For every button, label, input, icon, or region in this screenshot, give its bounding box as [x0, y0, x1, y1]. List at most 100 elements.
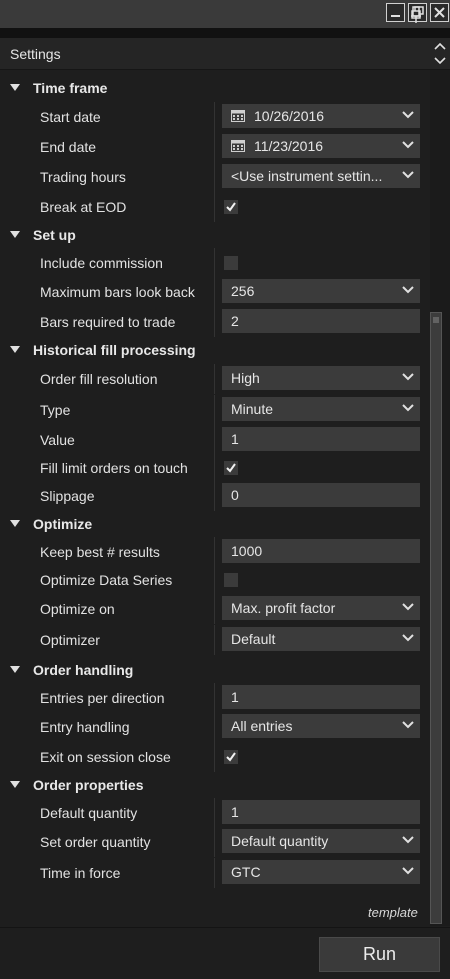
column-divider[interactable]: [214, 742, 215, 772]
chevron-down-icon: [402, 111, 414, 119]
collapse-arrow-icon[interactable]: [10, 231, 20, 238]
slippage-input[interactable]: 0: [222, 483, 420, 507]
time-in-force-dropdown[interactable]: GTC: [222, 860, 420, 884]
row-exit-on-session-close: Exit on session close: [0, 742, 430, 772]
column-divider[interactable]: [214, 827, 215, 857]
category-order-properties[interactable]: Order properties: [0, 770, 430, 800]
column-divider[interactable]: [214, 453, 215, 483]
fill-limit-on-touch-checkbox[interactable]: [224, 461, 238, 475]
column-divider[interactable]: [214, 798, 215, 828]
column-divider[interactable]: [214, 277, 215, 307]
scroll-arrows: [431, 40, 449, 71]
column-divider[interactable]: [214, 132, 215, 162]
column-divider[interactable]: [214, 425, 215, 455]
collapse-arrow-icon[interactable]: [10, 346, 20, 353]
start-date-picker[interactable]: 10/26/2016: [222, 104, 420, 128]
row-max-bars-look-back: Maximum bars look back 256: [0, 277, 430, 307]
bars-required-input[interactable]: 2: [222, 309, 420, 333]
keep-best-input[interactable]: 1000: [222, 539, 420, 563]
settings-header: Settings: [0, 38, 450, 70]
column-divider[interactable]: [214, 192, 215, 222]
keep-best-value: 1000: [231, 543, 263, 559]
category-title: Order properties: [33, 777, 144, 793]
property-label: Time in force: [40, 865, 121, 881]
entry-handling-dropdown[interactable]: All entries: [222, 714, 420, 738]
column-divider[interactable]: [214, 594, 215, 624]
property-label: Optimize on: [40, 601, 115, 617]
break-at-eod-checkbox[interactable]: [224, 200, 238, 214]
run-button[interactable]: Run: [319, 937, 440, 972]
column-divider[interactable]: [214, 565, 215, 595]
property-label: Trading hours: [40, 169, 126, 185]
scrollbar-thumb[interactable]: [430, 312, 442, 924]
category-order-handling[interactable]: Order handling: [0, 655, 430, 685]
collapse-arrow-icon[interactable]: [10, 781, 20, 788]
optimizer-value: Default: [231, 631, 276, 647]
row-order-fill-resolution: Order fill resolution High: [0, 364, 430, 394]
minimize-icon[interactable]: [386, 3, 405, 22]
category-historical-fill[interactable]: Historical fill processing: [0, 335, 430, 365]
max-bars-look-back-dropdown[interactable]: 256: [222, 279, 420, 303]
optimize-data-series-checkbox[interactable]: [224, 573, 238, 587]
type-value: Minute: [231, 401, 274, 417]
property-label: Break at EOD: [40, 199, 127, 215]
checkmark-icon: [226, 752, 236, 762]
entries-per-direction-input[interactable]: 1: [222, 685, 420, 709]
collapse-arrow-icon[interactable]: [10, 666, 20, 673]
property-label: Optimize Data Series: [40, 572, 173, 588]
time-in-force-value: GTC: [231, 864, 261, 880]
entry-handling-value: All entries: [231, 718, 293, 734]
column-divider[interactable]: [214, 364, 215, 394]
end-date-picker[interactable]: 11/23/2016: [222, 134, 420, 158]
column-divider[interactable]: [214, 537, 215, 567]
property-label: Exit on session close: [40, 749, 171, 765]
category-optimize[interactable]: Optimize: [0, 509, 430, 539]
optimize-on-dropdown[interactable]: Max. profit factor: [222, 596, 420, 620]
column-divider[interactable]: [214, 481, 215, 511]
order-fill-resolution-value: High: [231, 370, 260, 386]
column-divider[interactable]: [214, 683, 215, 713]
close-icon[interactable]: [430, 3, 449, 22]
column-divider[interactable]: [214, 248, 215, 278]
pin-icon[interactable]: [409, 6, 423, 27]
column-divider[interactable]: [214, 858, 215, 888]
row-optimizer: Optimizer Default: [0, 625, 430, 655]
bars-required-value: 2: [231, 313, 239, 329]
include-commission-checkbox[interactable]: [224, 256, 238, 270]
scroll-down-icon: [434, 57, 446, 65]
property-label: Entries per direction: [40, 690, 165, 706]
row-fill-limit-on-touch: Fill limit orders on touch: [0, 453, 430, 483]
category-set-up[interactable]: Set up: [0, 220, 430, 250]
max-bars-look-back-value: 256: [231, 283, 255, 299]
collapse-arrow-icon[interactable]: [10, 84, 20, 91]
default-quantity-input[interactable]: 1: [222, 800, 420, 824]
end-date-value: 11/23/2016: [254, 138, 324, 154]
column-divider[interactable]: [214, 625, 215, 655]
type-dropdown[interactable]: Minute: [222, 397, 420, 421]
category-title: Historical fill processing: [33, 342, 196, 358]
column-divider[interactable]: [214, 307, 215, 337]
column-divider[interactable]: [214, 712, 215, 742]
value-input[interactable]: 1: [222, 427, 420, 451]
trading-hours-dropdown[interactable]: <Use instrument settin...: [222, 164, 420, 188]
property-label: Set order quantity: [40, 834, 151, 850]
optimize-on-value: Max. profit factor: [231, 600, 336, 616]
category-time-frame[interactable]: Time frame: [0, 73, 430, 103]
property-label: Include commission: [40, 255, 163, 271]
chevron-down-icon: [402, 867, 414, 875]
optimizer-dropdown[interactable]: Default: [222, 627, 420, 651]
chevron-down-icon: [402, 836, 414, 844]
window-separator: [0, 28, 450, 38]
set-order-quantity-dropdown[interactable]: Default quantity: [222, 829, 420, 853]
order-fill-resolution-dropdown[interactable]: High: [222, 366, 420, 390]
column-divider[interactable]: [214, 395, 215, 425]
property-label: Start date: [40, 109, 101, 125]
row-slippage: Slippage 0: [0, 481, 430, 511]
exit-on-session-close-checkbox[interactable]: [224, 750, 238, 764]
template-link[interactable]: template: [368, 905, 418, 920]
column-divider[interactable]: [214, 162, 215, 192]
collapse-arrow-icon[interactable]: [10, 520, 20, 527]
window-title-bar: [0, 0, 450, 28]
property-label: Optimizer: [40, 632, 100, 648]
column-divider[interactable]: [214, 102, 215, 132]
